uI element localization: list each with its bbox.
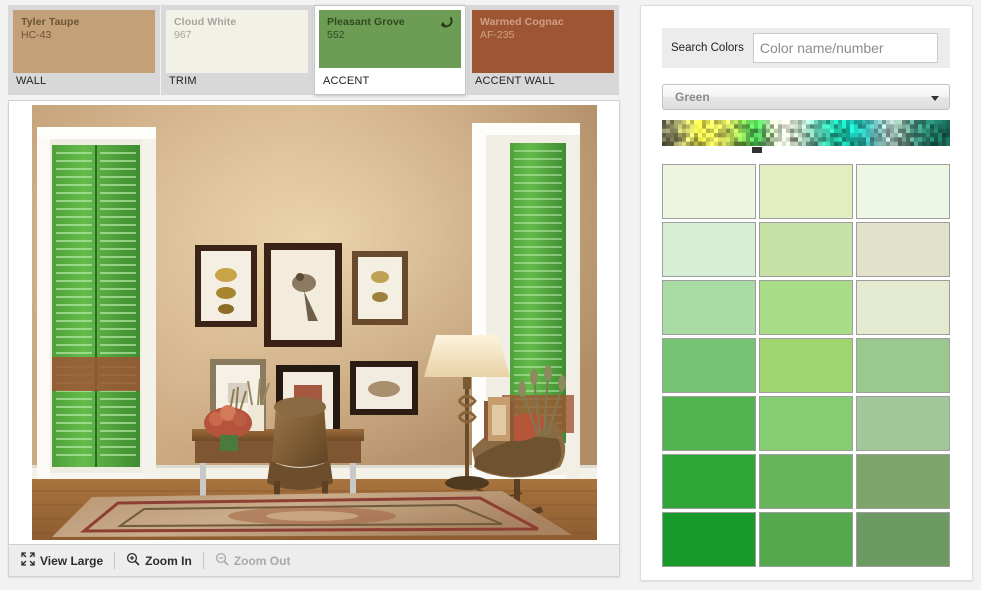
- color-grid-swatch[interactable]: [759, 338, 853, 393]
- search-input[interactable]: [752, 33, 938, 63]
- toolbar-divider-2: [202, 552, 204, 569]
- color-grid-swatch[interactable]: [856, 222, 950, 277]
- swatch-color-chip[interactable]: Tyler Taupe HC-43: [13, 10, 155, 73]
- viewer-toolbar: View Large Zoom In Zoom Out: [9, 544, 619, 576]
- color-grid-swatch[interactable]: [662, 338, 756, 393]
- swatch-code: 967: [174, 29, 192, 41]
- color-grid-swatch[interactable]: [856, 338, 950, 393]
- palette-swatch-accent[interactable]: Pleasant Grove 552 ACCENT: [314, 5, 466, 95]
- swatch-code: HC-43: [21, 29, 52, 41]
- swatch-role-label: TRIM: [169, 75, 197, 87]
- view-large-label: View Large: [40, 553, 104, 568]
- swatch-role-label: ACCENT WALL: [475, 75, 555, 87]
- zoom-out-label: Zoom Out: [233, 553, 291, 568]
- color-grid-swatch[interactable]: [662, 396, 756, 451]
- magnifier-minus-icon: [215, 552, 229, 569]
- spectrum-strip[interactable]: [662, 120, 950, 146]
- swatch-name: Warmed Cognac: [480, 16, 564, 28]
- app-root: Tyler Taupe HC-43 WALL Cloud White 967 TRIM Pl…: [0, 0, 981, 590]
- swatch-code: AF-235: [480, 29, 515, 41]
- swatch-color-chip[interactable]: Pleasant Grove 552: [319, 10, 461, 73]
- color-browser-panel: Search Colors Green: [640, 5, 973, 581]
- color-grid-swatch[interactable]: [856, 512, 950, 567]
- color-grid-swatch[interactable]: [662, 454, 756, 509]
- zoom-in-label: Zoom In: [145, 553, 192, 568]
- swatch-name: Cloud White: [174, 16, 237, 28]
- search-colors-label: Search Colors: [671, 42, 744, 54]
- color-grid-swatch[interactable]: [759, 222, 853, 277]
- color-grid-swatch[interactable]: [759, 280, 853, 335]
- expand-arrows-icon: [21, 552, 35, 569]
- chevron-down-icon: [931, 96, 939, 101]
- color-grid-swatch[interactable]: [759, 454, 853, 509]
- swatch-color-chip[interactable]: Cloud White 967: [166, 10, 308, 73]
- room-viewer: View Large Zoom In Zoom Out: [8, 100, 620, 577]
- color-grid-swatch[interactable]: [759, 512, 853, 567]
- palette-swatch-accent-wall[interactable]: Warmed Cognac AF-235 ACCENT WALL: [467, 5, 619, 95]
- color-grid-swatch[interactable]: [856, 454, 950, 509]
- color-family-value: Green: [675, 90, 710, 104]
- color-family-select[interactable]: Green: [662, 84, 950, 110]
- palette-swatch-trim[interactable]: Cloud White 967 TRIM: [161, 5, 313, 95]
- color-grid-swatch[interactable]: [856, 396, 950, 451]
- color-swatch-grid: [662, 164, 950, 567]
- swatch-name: Tyler Taupe: [21, 16, 80, 28]
- color-grid-swatch[interactable]: [662, 164, 756, 219]
- swatch-role-label: WALL: [16, 75, 47, 87]
- view-large-button[interactable]: View Large: [21, 552, 113, 569]
- color-spectrum[interactable]: [662, 120, 950, 154]
- magnifier-plus-icon: [126, 552, 140, 569]
- room-photo[interactable]: [32, 105, 597, 540]
- color-grid-swatch[interactable]: [759, 396, 853, 451]
- swatch-code: 552: [327, 29, 345, 41]
- color-grid-swatch[interactable]: [662, 222, 756, 277]
- swatch-role-label: ACCENT: [315, 68, 465, 94]
- color-grid-swatch[interactable]: [759, 164, 853, 219]
- toolbar-divider-1: [114, 552, 116, 569]
- zoom-out-button[interactable]: Zoom Out: [215, 552, 301, 569]
- room-scene-illustration: [32, 105, 597, 540]
- swatch-color-chip[interactable]: Warmed Cognac AF-235: [472, 10, 614, 73]
- color-grid-swatch[interactable]: [662, 512, 756, 567]
- undo-icon[interactable]: [439, 15, 454, 30]
- zoom-in-button[interactable]: Zoom In: [126, 552, 202, 569]
- color-grid-swatch[interactable]: [856, 280, 950, 335]
- left-pane: Tyler Taupe HC-43 WALL Cloud White 967 TRIM Pl…: [0, 0, 628, 590]
- spectrum-marker[interactable]: [752, 147, 763, 153]
- color-grid-swatch[interactable]: [662, 280, 756, 335]
- color-grid-swatch[interactable]: [856, 164, 950, 219]
- palette-swatch-strip: Tyler Taupe HC-43 WALL Cloud White 967 TRIM Pl…: [8, 5, 620, 95]
- swatch-name: Pleasant Grove: [327, 16, 405, 28]
- search-colors-row: Search Colors: [662, 28, 950, 68]
- palette-swatch-wall[interactable]: Tyler Taupe HC-43 WALL: [8, 5, 160, 95]
